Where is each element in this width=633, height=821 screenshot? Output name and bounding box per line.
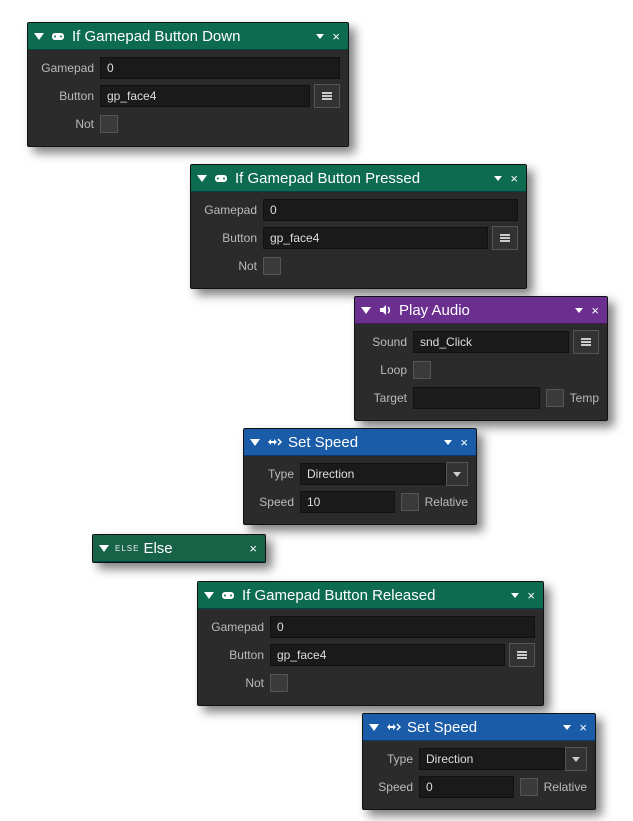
dropdown-icon[interactable] — [563, 725, 571, 730]
button-input[interactable]: gp_face4 — [270, 644, 505, 666]
close-icon[interactable]: × — [508, 171, 520, 186]
node-body: Gamepad 0 Button gp_face4 Not — [191, 192, 526, 288]
picker-button[interactable] — [573, 330, 599, 354]
node-body: Sound snd_Click Loop Target Temp — [355, 324, 607, 420]
target-input[interactable] — [413, 387, 540, 409]
collapse-icon[interactable] — [204, 592, 214, 599]
dropdown-icon[interactable] — [444, 440, 452, 445]
relative-label: Relative — [544, 780, 587, 794]
node-title: If Gamepad Button Down — [72, 28, 310, 45]
node-play-audio[interactable]: Play Audio × Sound snd_Click Loop Target… — [354, 296, 608, 421]
audio-icon — [377, 302, 393, 318]
dropdown-icon[interactable] — [575, 308, 583, 313]
gamepad-label: Gamepad — [199, 203, 263, 217]
node-title: Play Audio — [399, 302, 569, 319]
node-set-speed-1[interactable]: Set Speed × Type Direction Speed 10 Rela… — [243, 428, 477, 525]
temp-checkbox[interactable] — [546, 389, 564, 407]
dropdown-icon[interactable] — [494, 176, 502, 181]
temp-label: Temp — [570, 391, 599, 405]
close-icon[interactable]: × — [589, 303, 601, 318]
type-dropdown-button[interactable] — [446, 462, 468, 486]
not-checkbox[interactable] — [270, 674, 288, 692]
node-if-gamepad-button-pressed[interactable]: If Gamepad Button Pressed × Gamepad 0 Bu… — [190, 164, 527, 289]
speed-label: Speed — [371, 780, 419, 794]
gamepad-label: Gamepad — [206, 620, 270, 634]
collapse-icon[interactable] — [34, 33, 44, 40]
not-checkbox[interactable] — [100, 115, 118, 133]
close-icon[interactable]: × — [577, 720, 589, 735]
gamepad-icon — [220, 587, 236, 603]
type-label: Type — [252, 467, 300, 481]
close-icon[interactable]: × — [247, 541, 259, 556]
type-dropdown-button[interactable] — [565, 747, 587, 771]
dropdown-icon[interactable] — [316, 34, 324, 39]
else-tag: ELSE — [115, 544, 139, 553]
speed-label: Speed — [252, 495, 300, 509]
node-title: If Gamepad Button Pressed — [235, 170, 488, 187]
button-label: Button — [36, 89, 100, 103]
not-label: Not — [206, 676, 270, 690]
speed-input[interactable]: 0 — [419, 776, 514, 798]
node-else[interactable]: ELSE Else × — [92, 534, 266, 563]
sound-input[interactable]: snd_Click — [413, 331, 569, 353]
gamepad-label: Gamepad — [36, 61, 100, 75]
relative-checkbox[interactable] — [401, 493, 419, 511]
type-select[interactable]: Direction — [419, 748, 565, 770]
not-label: Not — [199, 259, 263, 273]
node-set-speed-2[interactable]: Set Speed × Type Direction Speed 0 Relat… — [362, 713, 596, 810]
target-label: Target — [363, 391, 413, 405]
type-select[interactable]: Direction — [300, 463, 446, 485]
collapse-icon[interactable] — [361, 307, 371, 314]
picker-button[interactable] — [509, 643, 535, 667]
node-header[interactable]: ELSE Else × — [93, 535, 265, 562]
node-title: Set Speed — [288, 434, 438, 451]
loop-checkbox[interactable] — [413, 361, 431, 379]
collapse-icon[interactable] — [369, 724, 379, 731]
node-header[interactable]: If Gamepad Button Pressed × — [191, 165, 526, 192]
button-label: Button — [206, 648, 270, 662]
button-label: Button — [199, 231, 263, 245]
relative-checkbox[interactable] — [520, 778, 538, 796]
loop-label: Loop — [363, 363, 413, 377]
node-header[interactable]: Set Speed × — [363, 714, 595, 741]
node-header[interactable]: If Gamepad Button Released × — [198, 582, 543, 609]
node-header[interactable]: Play Audio × — [355, 297, 607, 324]
type-label: Type — [371, 752, 419, 766]
relative-label: Relative — [425, 495, 468, 509]
node-body: Gamepad 0 Button gp_face4 Not — [198, 609, 543, 705]
speed-icon — [266, 434, 282, 450]
collapse-icon[interactable] — [99, 545, 109, 552]
node-if-gamepad-button-released[interactable]: If Gamepad Button Released × Gamepad 0 B… — [197, 581, 544, 706]
node-body: Type Direction Speed 10 Relative — [244, 456, 476, 524]
gamepad-input[interactable]: 0 — [100, 57, 340, 79]
close-icon[interactable]: × — [458, 435, 470, 450]
picker-button[interactable] — [492, 226, 518, 250]
not-checkbox[interactable] — [263, 257, 281, 275]
gamepad-input[interactable]: 0 — [263, 199, 518, 221]
gamepad-icon — [50, 28, 66, 44]
node-header[interactable]: If Gamepad Button Down × — [28, 23, 348, 50]
speed-input[interactable]: 10 — [300, 491, 395, 513]
dropdown-icon[interactable] — [511, 593, 519, 598]
picker-button[interactable] — [314, 84, 340, 108]
node-title: Else — [143, 540, 247, 557]
button-input[interactable]: gp_face4 — [263, 227, 488, 249]
node-title: Set Speed — [407, 719, 557, 736]
close-icon[interactable]: × — [330, 29, 342, 44]
not-label: Not — [36, 117, 100, 131]
speed-icon — [385, 719, 401, 735]
sound-label: Sound — [363, 335, 413, 349]
button-input[interactable]: gp_face4 — [100, 85, 310, 107]
node-header[interactable]: Set Speed × — [244, 429, 476, 456]
node-if-gamepad-button-down[interactable]: If Gamepad Button Down × Gamepad 0 Butto… — [27, 22, 349, 147]
node-body: Gamepad 0 Button gp_face4 Not — [28, 50, 348, 146]
close-icon[interactable]: × — [525, 588, 537, 603]
gamepad-icon — [213, 170, 229, 186]
gamepad-input[interactable]: 0 — [270, 616, 535, 638]
node-title: If Gamepad Button Released — [242, 587, 505, 604]
collapse-icon[interactable] — [250, 439, 260, 446]
collapse-icon[interactable] — [197, 175, 207, 182]
node-body: Type Direction Speed 0 Relative — [363, 741, 595, 809]
